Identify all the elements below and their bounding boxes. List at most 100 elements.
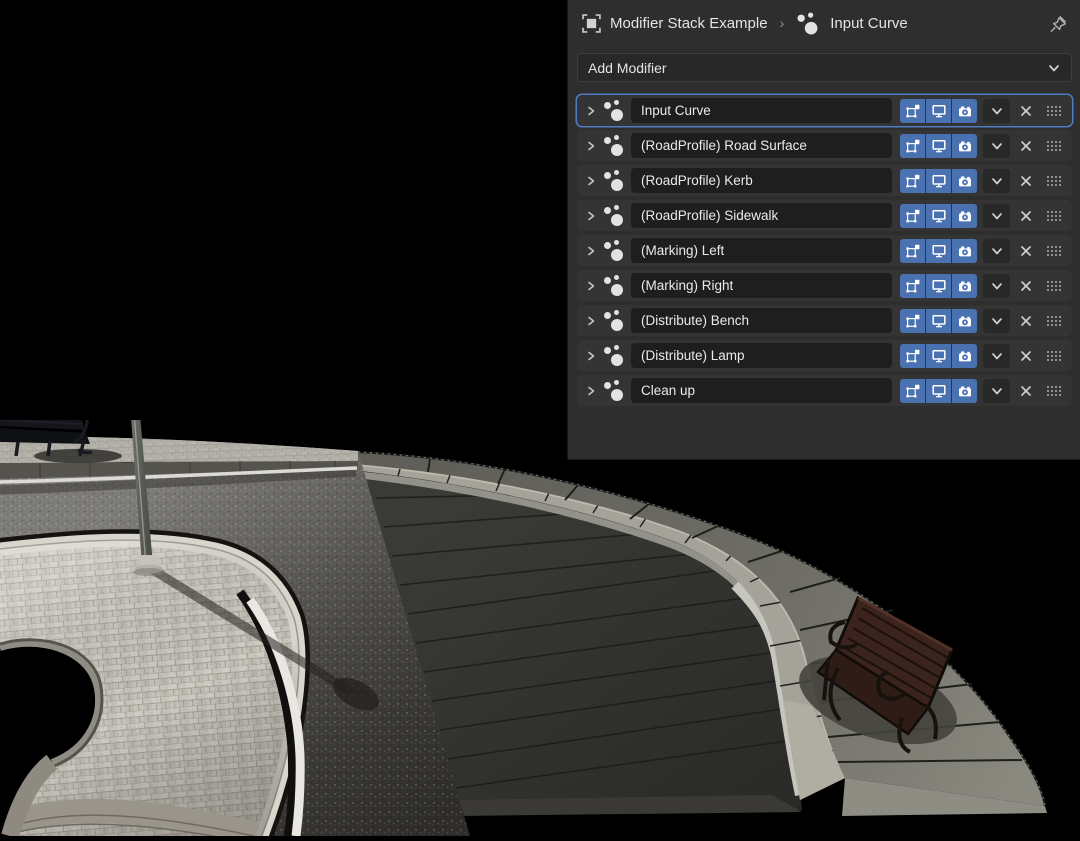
modifier-name-field[interactable]: Input Curve	[631, 98, 892, 123]
drag-handle-icon[interactable]	[1041, 210, 1067, 222]
drag-handle-icon[interactable]	[1041, 280, 1067, 292]
modifier-row[interactable]: (Distribute) Bench	[577, 305, 1072, 336]
viewport-display-icon[interactable]	[926, 204, 951, 228]
extras-dropdown-button[interactable]	[983, 204, 1010, 228]
remove-modifier-button[interactable]	[1014, 379, 1037, 403]
modifier-name-field[interactable]: (Distribute) Bench	[631, 308, 892, 333]
modifier-row[interactable]: (RoadProfile) Kerb	[577, 165, 1072, 196]
modifier-row[interactable]: (RoadProfile) Road Surface	[577, 130, 1072, 161]
remove-modifier-button[interactable]	[1014, 274, 1037, 298]
viewport-display-icon[interactable]	[926, 239, 951, 263]
viewport-display-icon[interactable]	[926, 169, 951, 193]
remove-modifier-button[interactable]	[1014, 239, 1037, 263]
chevron-right-icon[interactable]	[584, 176, 598, 186]
geometry-nodes-icon	[602, 98, 627, 123]
breadcrumb-object-name[interactable]: Modifier Stack Example	[610, 15, 768, 32]
edit-mode-toggle-icon[interactable]	[900, 309, 925, 333]
add-modifier-dropdown[interactable]: Add Modifier	[577, 53, 1072, 82]
viewport-display-icon[interactable]	[926, 309, 951, 333]
render-display-icon[interactable]	[952, 344, 977, 368]
chevron-right-icon[interactable]	[584, 246, 598, 256]
extras-dropdown-button[interactable]	[983, 99, 1010, 123]
render-display-icon[interactable]	[952, 99, 977, 123]
display-toggle-group	[900, 134, 977, 158]
modifier-row[interactable]: (Marking) Left	[577, 235, 1072, 266]
edit-mode-toggle-icon[interactable]	[900, 134, 925, 158]
geometry-nodes-icon	[602, 203, 627, 228]
modifier-name-field[interactable]: (Marking) Right	[631, 273, 892, 298]
remove-modifier-button[interactable]	[1014, 99, 1037, 123]
edit-mode-toggle-icon[interactable]	[900, 274, 925, 298]
extras-dropdown-button[interactable]	[983, 134, 1010, 158]
drag-handle-icon[interactable]	[1041, 105, 1067, 117]
breadcrumb-modifier-name[interactable]: Input Curve	[830, 15, 908, 32]
drag-handle-icon[interactable]	[1041, 175, 1067, 187]
breadcrumb: Modifier Stack Example › Input Curve	[568, 0, 1080, 46]
display-toggle-group	[900, 169, 977, 193]
render-display-icon[interactable]	[952, 379, 977, 403]
edit-mode-toggle-icon[interactable]	[900, 344, 925, 368]
viewport-display-icon[interactable]	[926, 379, 951, 403]
chevron-right-icon[interactable]	[584, 141, 598, 151]
remove-modifier-button[interactable]	[1014, 134, 1037, 158]
geometry-nodes-icon	[602, 273, 627, 298]
render-display-icon[interactable]	[952, 204, 977, 228]
viewport-display-icon[interactable]	[926, 134, 951, 158]
geometry-nodes-icon	[602, 133, 627, 158]
remove-modifier-button[interactable]	[1014, 344, 1037, 368]
viewport-display-icon[interactable]	[926, 344, 951, 368]
extras-dropdown-button[interactable]	[983, 274, 1010, 298]
chevron-right-icon[interactable]	[584, 316, 598, 326]
geometry-nodes-icon	[602, 238, 627, 263]
modifier-list: Input Curve (RoadProfile) Road Surface	[577, 95, 1072, 406]
chevron-right-icon[interactable]	[584, 211, 598, 221]
remove-modifier-button[interactable]	[1014, 309, 1037, 333]
modifier-row[interactable]: Input Curve	[577, 95, 1072, 126]
modifier-name-field[interactable]: (Marking) Left	[631, 238, 892, 263]
breadcrumb-separator: ›	[777, 15, 788, 31]
edit-mode-toggle-icon[interactable]	[900, 204, 925, 228]
edit-mode-toggle-icon[interactable]	[900, 169, 925, 193]
render-display-icon[interactable]	[952, 309, 977, 333]
extras-dropdown-button[interactable]	[983, 344, 1010, 368]
chevron-right-icon[interactable]	[584, 281, 598, 291]
viewport-display-icon[interactable]	[926, 99, 951, 123]
modifier-row[interactable]: (Distribute) Lamp	[577, 340, 1072, 371]
modifier-row[interactable]: (Marking) Right	[577, 270, 1072, 301]
extras-dropdown-button[interactable]	[983, 239, 1010, 263]
pin-icon[interactable]	[1049, 14, 1068, 33]
viewport-display-icon[interactable]	[926, 274, 951, 298]
modifier-name-field[interactable]: (RoadProfile) Sidewalk	[631, 203, 892, 228]
modifier-name-field[interactable]: (RoadProfile) Road Surface	[631, 133, 892, 158]
modifier-name-field[interactable]: (RoadProfile) Kerb	[631, 168, 892, 193]
render-display-icon[interactable]	[952, 134, 977, 158]
display-toggle-group	[900, 309, 977, 333]
chevron-right-icon[interactable]	[584, 386, 598, 396]
remove-modifier-button[interactable]	[1014, 204, 1037, 228]
extras-dropdown-button[interactable]	[983, 169, 1010, 193]
extras-dropdown-button[interactable]	[983, 309, 1010, 333]
drag-handle-icon[interactable]	[1041, 385, 1067, 397]
modifier-row[interactable]: (RoadProfile) Sidewalk	[577, 200, 1072, 231]
chevron-right-icon[interactable]	[584, 106, 598, 116]
edit-mode-toggle-icon[interactable]	[900, 379, 925, 403]
remove-modifier-button[interactable]	[1014, 169, 1037, 193]
chevron-right-icon[interactable]	[584, 351, 598, 361]
drag-handle-icon[interactable]	[1041, 140, 1067, 152]
drag-handle-icon[interactable]	[1041, 350, 1067, 362]
render-display-icon[interactable]	[952, 169, 977, 193]
add-modifier-label: Add Modifier	[588, 60, 667, 76]
render-display-icon[interactable]	[952, 274, 977, 298]
edit-mode-toggle-icon[interactable]	[900, 99, 925, 123]
render-display-icon[interactable]	[952, 239, 977, 263]
chevron-down-icon	[1047, 61, 1061, 75]
drag-handle-icon[interactable]	[1041, 245, 1067, 257]
modifier-row[interactable]: Clean up	[577, 375, 1072, 406]
modifier-name-field[interactable]: (Distribute) Lamp	[631, 343, 892, 368]
display-toggle-group	[900, 379, 977, 403]
edit-mode-toggle-icon[interactable]	[900, 239, 925, 263]
display-toggle-group	[900, 344, 977, 368]
modifier-name-field[interactable]: Clean up	[631, 378, 892, 403]
drag-handle-icon[interactable]	[1041, 315, 1067, 327]
extras-dropdown-button[interactable]	[983, 379, 1010, 403]
